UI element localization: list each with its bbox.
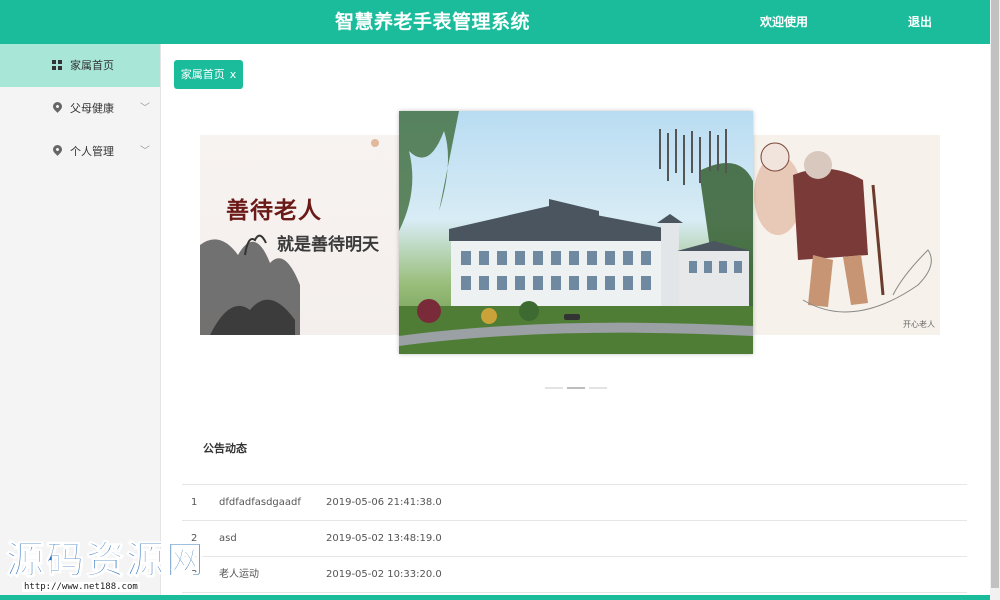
carousel-slide-care-home-building[interactable] — [399, 111, 753, 354]
notices-title: 公告动态 — [203, 442, 247, 455]
sidebar-item-family-home[interactable]: 家属首页 — [0, 44, 160, 87]
sidebar-item-label: 家属首页 — [70, 59, 114, 72]
sidebar-item-personal-management[interactable]: 个人管理 ﹀ — [0, 130, 160, 173]
close-icon[interactable]: x — [230, 68, 237, 81]
carousel-dot-active[interactable] — [567, 387, 585, 389]
logout-link[interactable]: 退出 — [908, 0, 932, 44]
carousel-dot[interactable] — [545, 387, 563, 389]
table-row[interactable]: 1 dfdfadfasdgaadf 2019-05-06 21:41:38.0 — [182, 485, 967, 521]
watermark-text: 源码资源网 — [5, 538, 207, 583]
table-row[interactable]: 2 asd 2019-05-02 13:48:19.0 — [182, 521, 967, 557]
sidebar-item-parents-health[interactable]: 父母健康 ﹀ — [0, 87, 160, 130]
care-home-building-image — [399, 111, 753, 354]
slide-headline: 善待老人 — [226, 197, 322, 224]
app-title: 智慧养老手表管理系统 — [334, 11, 530, 33]
scrollbar-thumb[interactable] — [991, 0, 999, 588]
row-title[interactable]: 老人运动 — [219, 557, 259, 592]
sidebar-item-label: 个人管理 — [70, 145, 114, 158]
welcome-text: 欢迎使用 — [760, 15, 809, 29]
image-carousel[interactable]: 善待老人 就是善待明天 开心老人 — [200, 110, 940, 360]
tab-family-home[interactable]: 家属首页 x — [174, 60, 243, 89]
watermark-url: http://www.net188.com — [22, 582, 140, 592]
bottom-accent-bar — [0, 595, 990, 600]
sidebar-item-label: 父母健康 — [70, 102, 114, 115]
tab-label: 家属首页 — [180, 68, 225, 81]
table-row[interactable]: 3 老人运动 2019-05-02 10:33:20.0 — [182, 557, 967, 593]
row-time: 2019-05-06 21:41:38.0 — [326, 497, 442, 508]
slide-caption: 开心老人 — [903, 320, 935, 329]
carousel-dot[interactable] — [589, 387, 607, 389]
row-title[interactable]: asd — [219, 521, 237, 556]
chevron-down-icon: ﹀ — [140, 146, 150, 157]
location-pin-icon — [51, 100, 64, 114]
carousel-slide-elderly-couple[interactable]: 开心老人 — [753, 135, 940, 335]
row-time: 2019-05-02 10:33:20.0 — [326, 569, 442, 580]
location-pin-icon — [51, 143, 64, 157]
vertical-scrollbar[interactable] — [990, 0, 1000, 600]
slide-subheadline: 就是善待明天 — [277, 235, 379, 255]
row-title[interactable]: dfdfadfasdgaadf — [219, 485, 301, 520]
row-time: 2019-05-02 13:48:19.0 — [326, 533, 442, 544]
chevron-down-icon: ﹀ — [140, 103, 150, 114]
notices-table: 1 dfdfadfasdgaadf 2019-05-06 21:41:38.0 … — [182, 484, 967, 593]
carousel-slide-respect-elders[interactable]: 善待老人 就是善待明天 — [200, 135, 400, 335]
grid-icon — [52, 59, 64, 71]
carousel-indicators — [545, 387, 607, 389]
sidebar: 家属首页 父母健康 ﹀ 个人管理 ﹀ — [0, 44, 161, 600]
site-watermark: 源码资源网 http://www.net188.com — [0, 527, 210, 600]
row-number: 1 — [191, 497, 198, 508]
top-header: 智慧养老手表管理系统 欢迎使用 退出 — [0, 0, 990, 44]
elderly-couple-illustration — [754, 142, 932, 313]
